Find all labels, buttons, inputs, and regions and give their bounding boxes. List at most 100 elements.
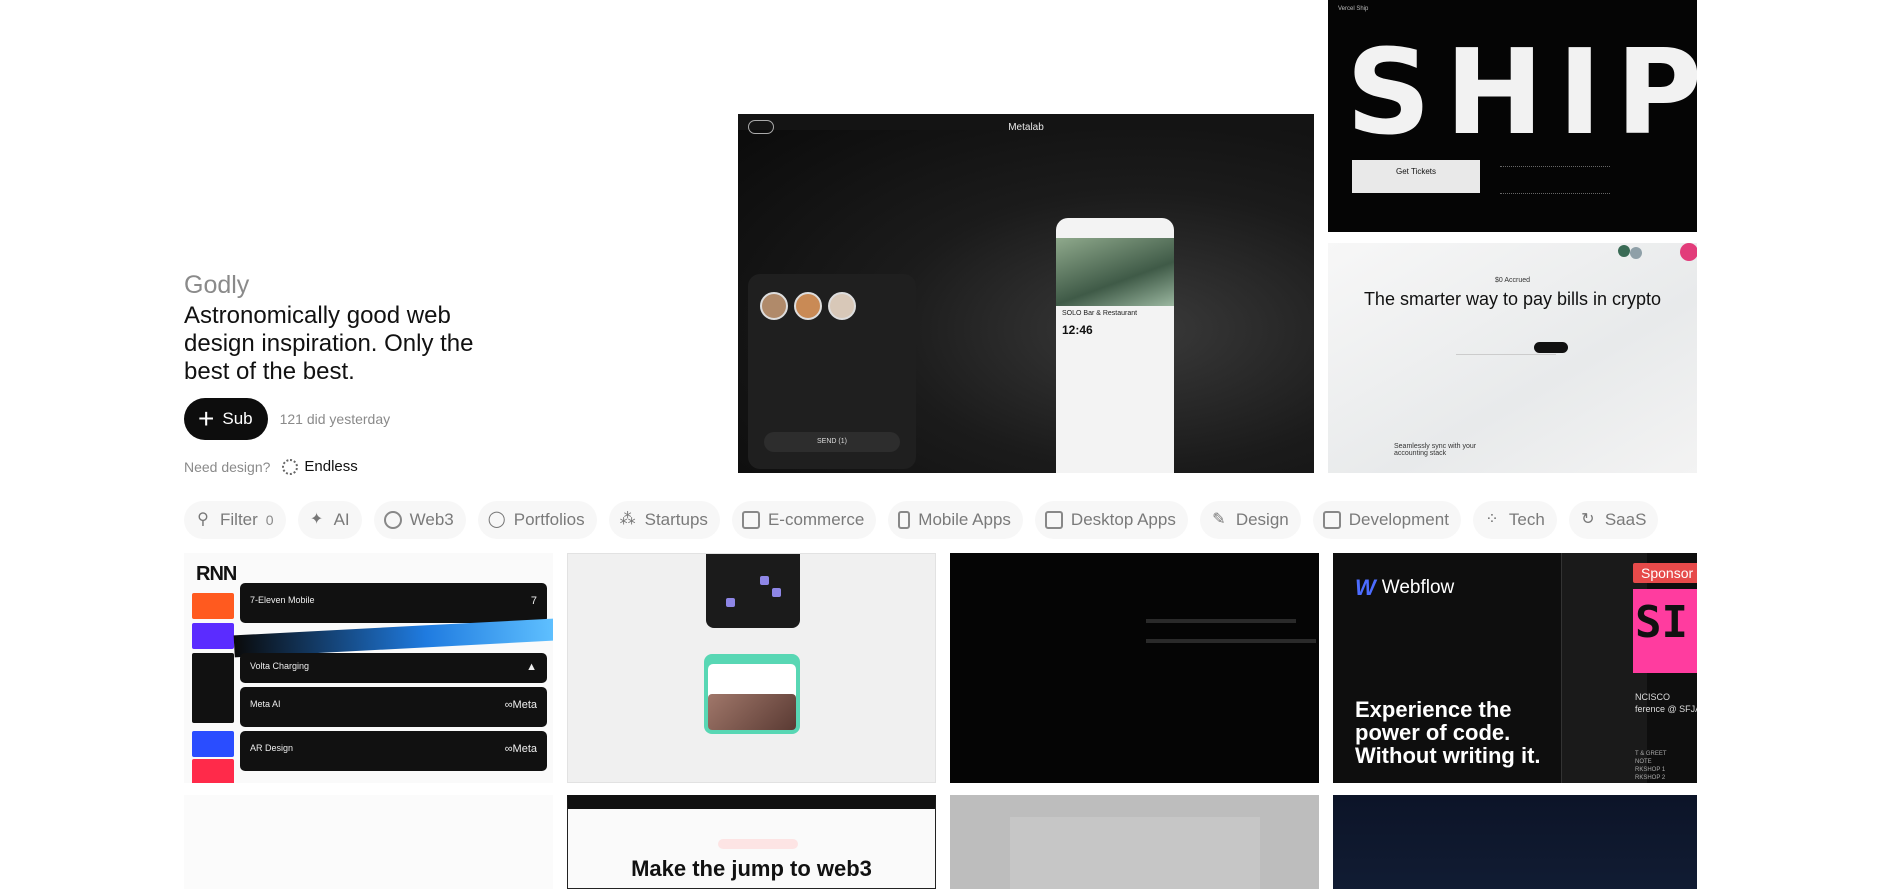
filter-chip-design[interactable]: ✎ Design: [1199, 501, 1301, 539]
project-mark: ▲: [526, 661, 537, 673]
webflow-brand: Webflow: [1381, 577, 1455, 598]
project-name: Volta Charging: [250, 661, 310, 671]
accrued-label: $0 Accrued: [1494, 277, 1531, 284]
square-shape: [772, 588, 781, 597]
startup-icon: ⁂: [619, 511, 636, 528]
subscribe-label: Sub: [222, 409, 253, 428]
metalab-logo: Metalab: [1008, 122, 1044, 133]
sparkle-icon: ✦: [309, 511, 324, 528]
webflow-mark-icon: W: [1355, 575, 1376, 600]
event-info: NCISCO ference @ SFJAZZ: [1635, 692, 1697, 714]
project-name: 7-Eleven Mobile: [250, 595, 315, 605]
avatar: [794, 292, 822, 320]
filter-chip-label: Startups: [644, 510, 708, 529]
filter-chip-mobile-apps[interactable]: Mobile Apps: [888, 501, 1023, 539]
filter-chip-portfolios[interactable]: ◯ Portfolios: [477, 501, 597, 539]
site-card[interactable]: RNN 7-Eleven Mobile 7 Volta Charging ▲ M…: [184, 553, 553, 783]
site-card[interactable]: [1333, 795, 1697, 889]
coin-icon: [1630, 247, 1642, 259]
filter-chip-ai[interactable]: ✦ AI: [297, 501, 362, 539]
filter-chip-label: Tech: [1508, 510, 1545, 529]
swatch: [192, 759, 234, 783]
site-brand[interactable]: Godly: [184, 270, 504, 300]
waitlist-button: [1534, 342, 1568, 353]
filter-chip-label: Portfolios: [513, 510, 585, 529]
category-filters: ⚲ Filter 0 ✦ AI Web3 ◯ Portfolios ⁂ Star…: [184, 501, 1670, 539]
subscribe-count: 121 did yesterday: [279, 411, 391, 427]
filter-chip-label: Development: [1348, 510, 1449, 529]
endless-link[interactable]: Endless: [304, 458, 357, 475]
filter-chip-startups[interactable]: ⁂ Startups: [608, 501, 720, 539]
filter-chip-label: Mobile Apps: [918, 510, 1011, 529]
need-design-label: Need design?: [184, 458, 271, 475]
site-card[interactable]: [184, 795, 553, 889]
faint-text-line: [1146, 639, 1316, 643]
ship-headline: SHIP: [1346, 23, 1697, 161]
filter-chip-label: Design: [1235, 510, 1289, 529]
swatch: [192, 653, 234, 723]
intro: Godly Astronomically good web design ins…: [184, 270, 504, 475]
ship-title: Vercel Ship: [1338, 6, 1369, 12]
filter-chip-ecommerce[interactable]: E-commerce: [731, 501, 877, 539]
card-icon: [741, 511, 760, 529]
poster-text: SI: [1635, 597, 1688, 648]
endless-logo-icon: [282, 458, 299, 475]
filter-button[interactable]: ⚲ Filter 0: [184, 501, 286, 539]
announcement-pill: [718, 839, 798, 849]
card-photo: [708, 694, 796, 730]
coin-icon: [1680, 243, 1697, 261]
featured-site-crypto-bills[interactable]: $0 Accrued The smarter way to pay bills …: [1328, 243, 1697, 473]
chip-icon: ⁘: [1485, 511, 1499, 528]
ship-copy: [1500, 166, 1610, 194]
site-card[interactable]: [567, 553, 936, 783]
webflow-slogan: Experience the power of code. Without wr…: [1355, 697, 1541, 768]
swatch: [192, 731, 234, 757]
filter-count-badge: 0: [265, 512, 274, 528]
site-card[interactable]: [950, 795, 1319, 889]
avatar: [828, 292, 856, 320]
square-shape: [726, 598, 735, 607]
ship-nav: Vercel Ship: [1338, 6, 1687, 12]
avatar: [760, 292, 788, 320]
event-poster: SI: [1633, 589, 1697, 673]
crypto-footer: Seamlessly sync with your accounting sta…: [1394, 443, 1477, 457]
sponsor-card-webflow[interactable]: W Webflow Experience the power of code. …: [1333, 553, 1697, 783]
site-card[interactable]: [950, 553, 1319, 783]
sliders-icon: ⚲: [197, 511, 209, 528]
cloud-icon: [748, 120, 774, 134]
site-tagline: Astronomically good web design inspirati…: [184, 302, 474, 385]
square-shape: [760, 576, 769, 585]
code-icon: [1322, 511, 1341, 529]
filter-label: Filter: [220, 510, 258, 529]
site-card[interactable]: Make the jump to web3: [567, 795, 936, 889]
coin-icon: [1618, 245, 1630, 257]
filter-chip-desktop-apps[interactable]: Desktop Apps: [1034, 501, 1188, 539]
project-row: 7-Eleven Mobile 7: [240, 583, 547, 623]
subscribe-row: + Sub 121 did yesterday: [184, 398, 504, 440]
green-card: [704, 654, 800, 734]
filter-chip-label: Web3: [409, 510, 454, 529]
featured-site-vercel-ship[interactable]: Vercel Ship SHIP Get Tickets: [1328, 0, 1697, 232]
filter-chip-label: SaaS: [1604, 510, 1647, 529]
subscribe-button[interactable]: + Sub: [184, 398, 268, 440]
plus-icon: +: [198, 403, 215, 434]
filter-chip-saas[interactable]: ↻ SaaS: [1568, 501, 1659, 539]
filter-chip-web3[interactable]: Web3: [373, 501, 466, 539]
filter-chip-label: E-commerce: [767, 510, 865, 529]
pen-icon: ✎: [1212, 511, 1226, 528]
rnn-logo: RNN: [196, 563, 237, 585]
project-row: Meta AI ∞Meta: [240, 687, 547, 727]
portfolio-icon: ◯: [487, 511, 506, 528]
planet-icon: [383, 511, 402, 529]
filter-chip-development[interactable]: Development: [1312, 501, 1461, 539]
reservation-time: 12:46: [1062, 323, 1093, 337]
project-mark: ∞Meta: [504, 699, 537, 711]
crypto-headline: The smarter way to pay bills in crypto: [1363, 289, 1662, 309]
restaurant-name: SOLO Bar & Restaurant: [1062, 310, 1138, 317]
project-name: Meta AI: [250, 699, 281, 709]
project-mark: 7: [530, 595, 537, 607]
filter-chip-label: AI: [333, 510, 350, 529]
event-schedule: T & GREET NOTE RKSHOP 1 RKSHOP 2: [1635, 751, 1667, 781]
featured-site-metalab[interactable]: Metalab SOLO Bar & Restaurant 12:46 SEND…: [738, 114, 1314, 473]
filter-chip-tech[interactable]: ⁘ Tech: [1472, 501, 1557, 539]
